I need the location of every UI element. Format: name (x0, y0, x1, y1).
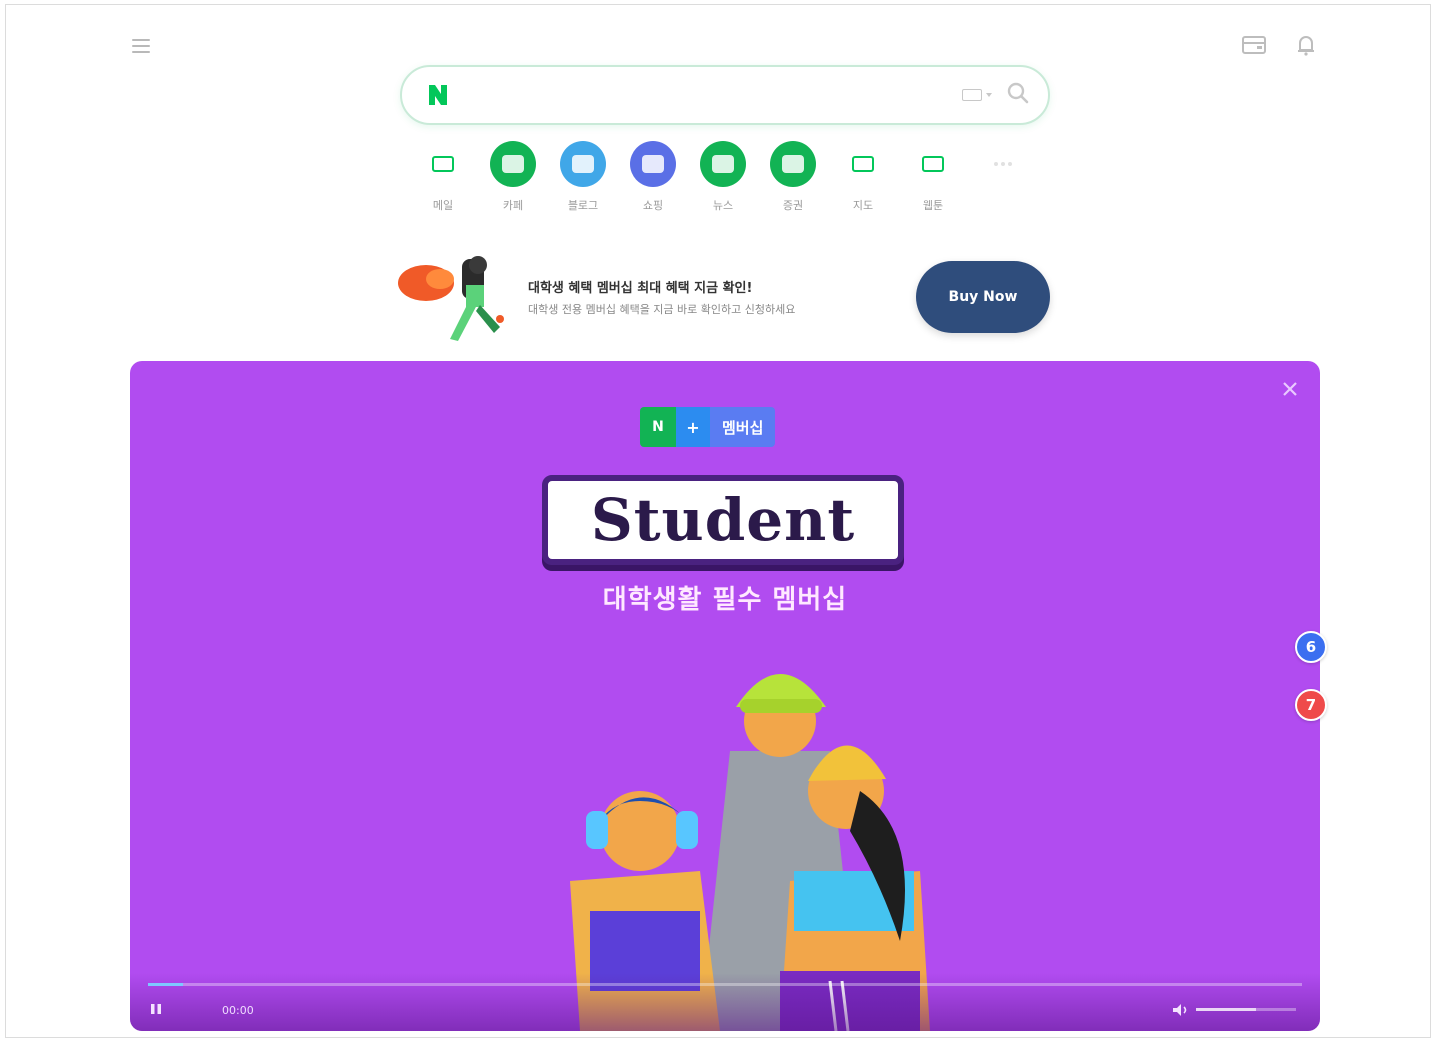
cafe-icon (490, 141, 536, 187)
students-illustration (570, 674, 930, 1031)
shortcut-label: 지도 (852, 199, 874, 212)
shortcut-label: 블로그 (567, 199, 599, 212)
webtoon-icon (910, 141, 956, 187)
banner-title: 대학생 혜택 멤버십 최대 혜택 지금 확인! (528, 281, 753, 296)
wallet-button[interactable] (1240, 31, 1268, 59)
video-controls: 00:00 (130, 973, 1320, 1031)
volume-slider[interactable] (1196, 1008, 1296, 1011)
headline-box: Student (542, 475, 904, 565)
wallet-icon (1242, 36, 1266, 54)
naver-chip: N (640, 407, 676, 447)
volume-icon[interactable] (1172, 1003, 1190, 1017)
news-icon (700, 141, 746, 187)
close-icon (1283, 382, 1297, 396)
mail-icon (420, 141, 466, 187)
shortcut-item[interactable]: 지도 (840, 141, 886, 212)
play-button[interactable] (150, 1003, 162, 1015)
hamburger-icon (132, 39, 150, 53)
map-icon (840, 141, 886, 187)
shortcut-item[interactable]: 증권 (770, 141, 816, 212)
shortcut-item[interactable]: 블로그 (560, 141, 606, 212)
chevron-down-icon (986, 93, 992, 97)
shortcut-label: 뉴스 (712, 199, 734, 212)
ad-close-button[interactable] (1276, 375, 1304, 403)
naver-logo[interactable] (424, 81, 452, 109)
volume-fill (1196, 1008, 1256, 1011)
more-icon (980, 141, 1026, 187)
time-display: 00:00 (222, 1004, 254, 1017)
progress-bar[interactable] (148, 983, 1302, 986)
shortcut-item[interactable]: 뉴스 (700, 141, 746, 212)
blog-icon (560, 141, 606, 187)
search-button[interactable] (1006, 81, 1030, 109)
ad-subtitle: 대학생활 필수 멤버십 (602, 585, 848, 615)
shortcut-item[interactable]: 쇼핑 (630, 141, 676, 212)
marker-badge-7[interactable]: 7 (1295, 689, 1327, 721)
banner-subtitle: 대학생 전용 멤버십 혜택을 지금 바로 확인하고 신청하세요 (528, 303, 796, 316)
shopping-icon (630, 141, 676, 187)
membership-chip: N + 멤버십 (640, 407, 776, 447)
stock-icon (770, 141, 816, 187)
shortcut-item[interactable]: 카페 (490, 141, 536, 212)
shortcut-item[interactable] (980, 141, 1026, 211)
progress-fill (148, 983, 183, 986)
membership-label: 멤버십 (710, 407, 776, 447)
video-ad-panel[interactable]: N + 멤버십 Student 대학생활 필수 멤버십 00:00 (130, 361, 1320, 1031)
bell-icon (1298, 36, 1314, 56)
browser-frame: 메일 카페 블로그 쇼핑 뉴스 증권 지도 웹툰 대학생 혜택 멤버십 최대 혜택 지금 확인… (5, 4, 1431, 1038)
banner-illustration (398, 256, 504, 341)
top-right-icons (1240, 31, 1320, 59)
menu-button[interactable] (118, 23, 164, 69)
keyboard-icon (962, 89, 982, 101)
promo-banner[interactable]: 대학생 혜택 멤버십 최대 혜택 지금 확인! 대학생 전용 멤버십 혜택을 지… (396, 249, 1056, 345)
ad-headline: Student (590, 486, 856, 554)
pause-icon (151, 1004, 161, 1014)
keyboard-toggle[interactable] (962, 89, 992, 101)
shortcut-item[interactable]: 웹툰 (910, 141, 956, 212)
plus-chip: + (676, 407, 710, 447)
shortcut-label: 웹툰 (922, 199, 944, 212)
search-input[interactable] (462, 75, 952, 115)
search-icon (1007, 82, 1029, 104)
shortcut-label: 증권 (782, 199, 804, 212)
shortcut-bar: 메일 카페 블로그 쇼핑 뉴스 증권 지도 웹툰 (420, 141, 1026, 212)
marker-badge-6[interactable]: 6 (1295, 631, 1327, 663)
search-box (400, 65, 1050, 125)
banner-cta-button[interactable]: Buy Now (916, 261, 1050, 333)
shortcut-label: 쇼핑 (642, 199, 664, 212)
naver-logo-icon (429, 85, 447, 105)
shortcut-item[interactable]: 메일 (420, 141, 466, 212)
notification-button[interactable] (1292, 31, 1320, 59)
shortcut-label: 카페 (502, 199, 524, 212)
shortcut-label: 메일 (432, 199, 454, 212)
